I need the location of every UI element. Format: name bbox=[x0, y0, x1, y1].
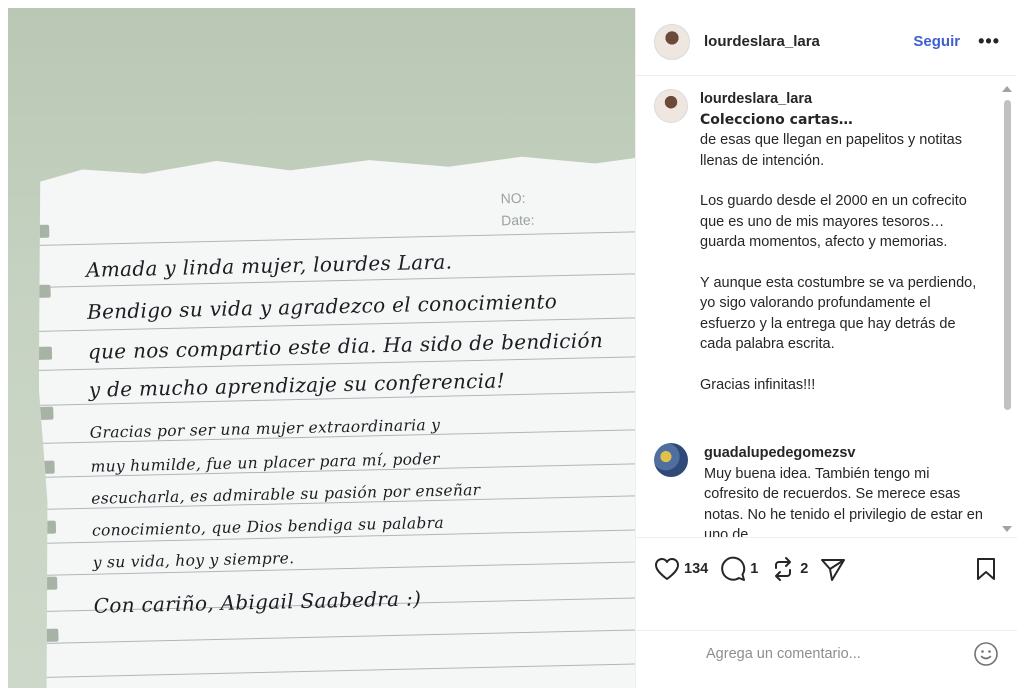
bookmark-icon bbox=[977, 557, 995, 580]
like-count: 134 bbox=[684, 560, 709, 577]
comment-button[interactable]: 1 bbox=[720, 556, 758, 582]
send-paper-plane-icon bbox=[821, 558, 846, 581]
note-line: Bendigo su vida y agradezco el conocimie… bbox=[86, 289, 558, 324]
add-comment-bar bbox=[636, 630, 1017, 676]
repost-button[interactable]: 2 bbox=[770, 556, 808, 582]
caption-paragraph: Y aunque esta costumbre se va perdiendo,… bbox=[700, 274, 977, 353]
caption-username[interactable]: lourdeslara_lara bbox=[700, 89, 990, 110]
comments-scrollbar[interactable] bbox=[1002, 82, 1012, 534]
comment-bubble-icon bbox=[721, 556, 746, 581]
commenter-avatar[interactable] bbox=[654, 443, 688, 477]
scrollbar-thumb[interactable] bbox=[1004, 100, 1011, 410]
author-username[interactable]: lourdeslara_lara bbox=[704, 33, 820, 50]
caption-paragraph: de esas que llegan en papelitos y notita… bbox=[700, 132, 962, 169]
share-button[interactable] bbox=[820, 556, 846, 582]
heart-icon bbox=[655, 557, 679, 580]
note-number-label: NO: bbox=[500, 189, 526, 207]
post-photo[interactable]: NO: Date: Amada y linda mujer, lourdes L… bbox=[8, 8, 635, 688]
note-line: Amada y linda mujer, lourdes Lara. bbox=[85, 249, 453, 282]
commenter-username[interactable]: guadalupedegomezsv bbox=[704, 443, 984, 464]
comment-text: Muy buena idea. También tengo mi cofresi… bbox=[704, 465, 983, 538]
comments-scroll-area[interactable]: lourdeslara_lara Colecciono cartas… de e… bbox=[636, 77, 1017, 537]
comment-input[interactable] bbox=[706, 645, 973, 662]
caption-avatar[interactable] bbox=[654, 89, 688, 123]
post-caption: lourdeslara_lara Colecciono cartas… de e… bbox=[654, 89, 999, 395]
repost-icon bbox=[775, 556, 792, 581]
repost-count: 2 bbox=[800, 560, 809, 577]
author-avatar[interactable] bbox=[654, 23, 690, 60]
post-header: lourdeslara_lara Seguir ••• bbox=[636, 8, 1016, 76]
more-options-icon[interactable]: ••• bbox=[978, 31, 1000, 52]
note-line: y su vida, hoy y siempre. bbox=[92, 549, 295, 572]
scroll-up-arrow-icon[interactable] bbox=[1002, 86, 1012, 92]
note-signature: Con cariño, Abigail Saabedra :) bbox=[93, 586, 422, 618]
scroll-down-arrow-icon[interactable] bbox=[1002, 526, 1012, 532]
post-side-panel: lourdeslara_lara Seguir ••• lourdeslara_… bbox=[635, 8, 1017, 688]
save-button[interactable] bbox=[975, 557, 997, 581]
post-actions-bar: 134 1 2 bbox=[636, 537, 1017, 599]
emoji-icon[interactable] bbox=[973, 641, 999, 667]
caption-paragraph: Los guardo desde el 2000 en un cofrecito… bbox=[700, 193, 967, 250]
caption-headline: Colecciono cartas… bbox=[700, 111, 853, 128]
comment-count: 1 bbox=[750, 560, 759, 577]
caption-paragraph: Gracias infinitas!!! bbox=[700, 376, 816, 393]
note-date-label: Date: bbox=[500, 211, 535, 229]
handwritten-note: NO: Date: Amada y linda mujer, lourdes L… bbox=[34, 151, 635, 688]
comment-item: guadalupedegomezsv Muy buena idea. Tambi… bbox=[654, 443, 999, 537]
follow-button[interactable]: Seguir bbox=[913, 33, 960, 50]
like-button[interactable]: 134 bbox=[654, 557, 708, 581]
